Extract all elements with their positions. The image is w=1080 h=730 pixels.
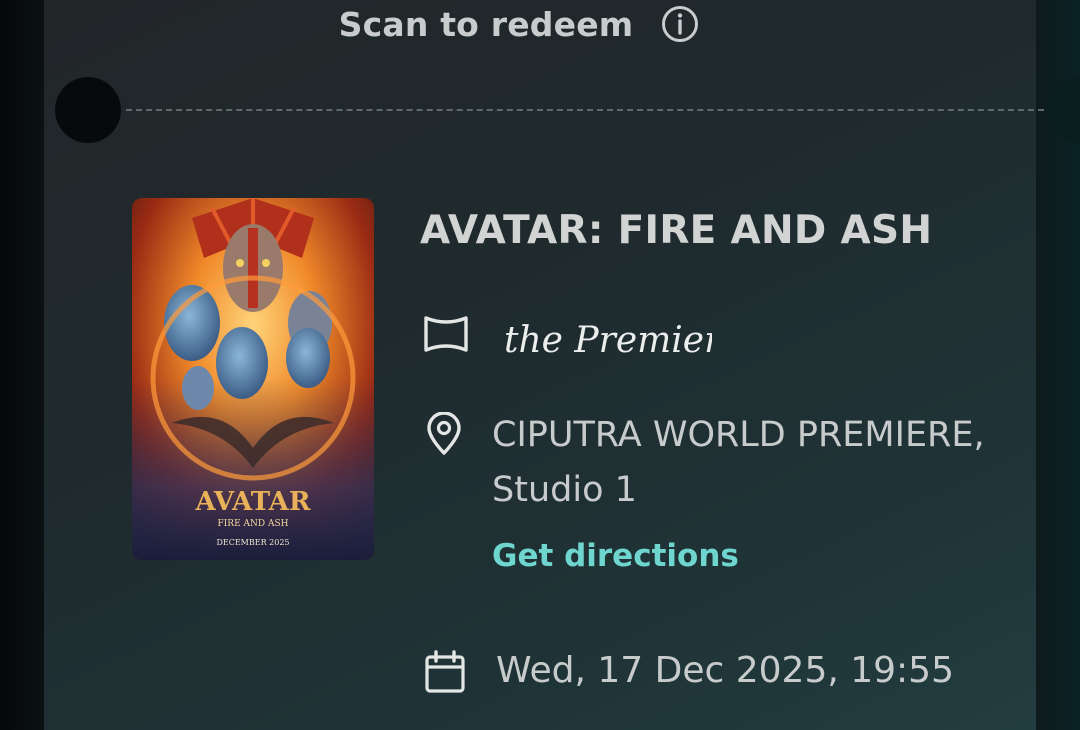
calendar-icon xyxy=(425,650,465,693)
ticket-perforation-divider xyxy=(126,109,1044,111)
venue-info: CIPUTRA WORLD PREMIERE, Studio 1 xyxy=(492,408,1052,518)
venue-name: CIPUTRA WORLD PREMIERE, xyxy=(492,415,985,455)
get-directions-link[interactable]: Get directions xyxy=(492,538,739,574)
ticket-card: Scan to redeem AVATAR FIRE AND ASH DECEM… xyxy=(44,0,1080,730)
ticket-notch-left xyxy=(55,77,121,143)
showtime-datetime: Wed, 17 Dec 2025, 19:55 xyxy=(496,650,954,691)
movie-title: AVATAR: FIRE AND ASH xyxy=(420,208,933,253)
scan-to-redeem-row[interactable]: Scan to redeem xyxy=(44,0,1036,48)
ticket-notch-right xyxy=(1047,77,1080,143)
venue-studio: Studio 1 xyxy=(492,470,637,510)
location-pin-icon xyxy=(427,412,461,455)
info-icon[interactable] xyxy=(661,5,699,43)
poster-release-text: DECEMBER 2025 xyxy=(216,538,289,547)
ticket-screen: Scan to redeem AVATAR FIRE AND ASH DECEM… xyxy=(0,0,1080,730)
poster-title-text: AVATAR xyxy=(195,487,311,517)
the-premiere-logo: the Premiere xyxy=(504,320,712,361)
scan-to-redeem-label: Scan to redeem xyxy=(338,4,634,44)
movie-poster-art: AVATAR FIRE AND ASH DECEMBER 2025 xyxy=(132,198,374,560)
the-premiere-logo-text: the Premiere xyxy=(504,320,712,361)
poster-subtitle-text: FIRE AND ASH xyxy=(218,519,289,529)
movie-poster: AVATAR FIRE AND ASH DECEMBER 2025 xyxy=(132,198,374,560)
screen-icon xyxy=(424,316,468,352)
